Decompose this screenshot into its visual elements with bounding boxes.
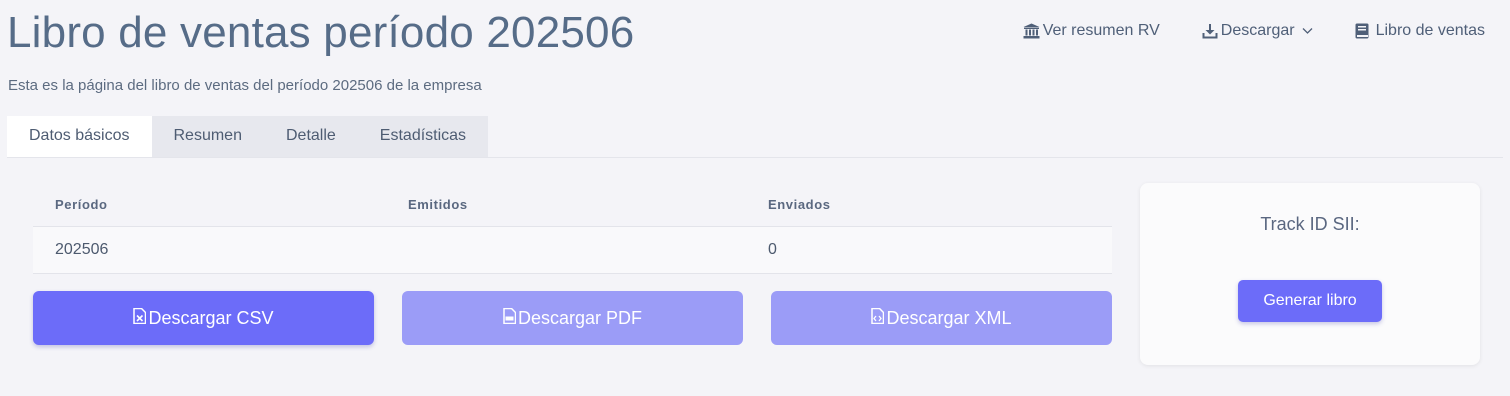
tab-bar: Datos básicos Resumen Detalle Estadístic… <box>7 116 489 158</box>
page: Libro de ventas período 202506 Esta es l… <box>0 0 1510 396</box>
download-icon <box>1202 23 1218 39</box>
header-period: Período <box>55 196 108 212</box>
sales-book-label: Libro de ventas <box>1375 22 1485 39</box>
bank-icon <box>1023 23 1040 39</box>
cell-sent: 0 <box>768 241 777 258</box>
download-xml-button[interactable]: Descargar XML <box>771 291 1112 345</box>
page-subtitle: Esta es la página del libro de ventas de… <box>8 77 482 94</box>
download-label: Descargar <box>1220 22 1295 39</box>
view-summary-button[interactable]: Ver resumen RV <box>1023 22 1160 40</box>
tab-divider <box>7 157 1503 158</box>
header-emitted: Emitidos <box>408 196 468 212</box>
download-dropdown[interactable]: Descargar <box>1202 22 1313 40</box>
header-sent: Enviados <box>768 196 831 212</box>
xml-file-icon <box>871 307 885 329</box>
track-id-card: Track ID SII: Generar libro <box>1140 183 1480 365</box>
download-csv-button[interactable]: Descargar CSV <box>33 291 374 345</box>
period-table: Período Emitidos Enviados 202506 0 <box>33 182 1112 274</box>
tab-statistics[interactable]: Estadísticas <box>357 116 489 158</box>
download-csv-label: Descargar CSV <box>148 307 274 328</box>
table-header: Período Emitidos Enviados <box>33 182 1112 227</box>
tab-detail[interactable]: Detalle <box>263 116 358 158</box>
generate-book-button[interactable]: Generar libro <box>1238 280 1382 322</box>
book-icon <box>1355 23 1369 39</box>
table-row: 202506 0 <box>33 227 1112 274</box>
tab-basic-data[interactable]: Datos básicos <box>7 116 152 158</box>
csv-file-icon <box>133 307 147 329</box>
tab-summary[interactable]: Resumen <box>151 116 264 158</box>
download-pdf-label: Descargar PDF <box>517 307 643 328</box>
track-id-label: Track ID SII: <box>1260 214 1360 234</box>
top-actions: Ver resumen RV Descargar Libro de ventas <box>1023 22 1485 40</box>
pdf-file-icon <box>503 307 517 329</box>
sales-book-button[interactable]: Libro de ventas <box>1355 22 1485 40</box>
cell-period: 202506 <box>55 241 109 258</box>
chevron-down-icon <box>1302 27 1313 35</box>
download-xml-label: Descargar XML <box>886 307 1012 328</box>
page-title: Libro de ventas período 202506 <box>7 8 635 57</box>
download-pdf-button[interactable]: Descargar PDF <box>402 291 743 345</box>
view-summary-label: Ver resumen RV <box>1042 22 1160 39</box>
